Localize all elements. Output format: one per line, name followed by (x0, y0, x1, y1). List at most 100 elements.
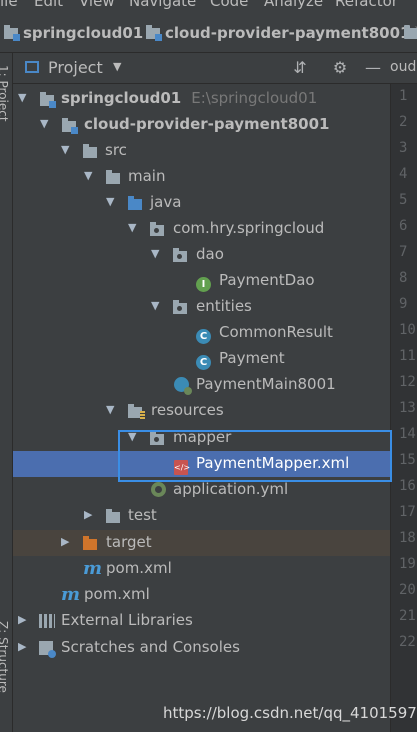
expand-arrow-icon[interactable]: ▼ (106, 403, 114, 416)
expand-arrow-icon[interactable]: ▶ (18, 640, 26, 653)
tree-node-label: springcloud01 (61, 89, 182, 107)
expand-arrow-icon[interactable]: ▼ (151, 247, 159, 260)
tree-node-resources[interactable]: ▼ resources (13, 398, 390, 424)
editor-tab-label: oud (390, 59, 417, 75)
tree-node-label: cloud-provider-payment8001 (84, 115, 330, 133)
tree-node-src[interactable]: ▼ src (13, 138, 390, 164)
expand-arrow-icon[interactable]: ▶ (61, 535, 69, 548)
line-number: 22 (399, 634, 416, 650)
tree-node-label: PaymentDao (219, 271, 315, 289)
project-view-icon (25, 61, 39, 73)
tree-node-label: dao (196, 245, 224, 263)
line-number: 16 (399, 478, 416, 494)
menu-refactor[interactable]: Refactor (335, 0, 398, 10)
gear-icon[interactable]: ⚙ (329, 57, 351, 79)
expand-arrow-icon[interactable]: ▼ (151, 299, 159, 312)
tree-node-test[interactable]: ▶ test (13, 503, 390, 529)
tree-node-external-libraries[interactable]: ▶ External Libraries (13, 608, 390, 634)
class-icon: C (196, 329, 211, 344)
tree-node-label: application.yml (173, 480, 289, 498)
tree-node-paymentmain8001[interactable]: PaymentMain8001 (13, 372, 390, 398)
tree-node-target[interactable]: ▶ target (13, 530, 390, 556)
module-folder-icon (62, 118, 78, 134)
collapse-all-icon[interactable]: ⇵ (289, 57, 311, 79)
module-folder-icon (4, 24, 20, 41)
tree-node-entities[interactable]: ▼ entities (13, 294, 390, 320)
module-folder-icon (146, 24, 162, 41)
expand-arrow-icon[interactable]: ▼ (84, 169, 92, 182)
line-number: 11 (399, 348, 416, 364)
line-number: 12 (399, 374, 416, 390)
watermark: https://blog.csdn.net/qq_41015977 (163, 704, 417, 722)
menu-analyze[interactable]: Analyze (264, 0, 323, 10)
libraries-icon (39, 614, 55, 628)
tree-node-label: pom.xml (106, 559, 172, 577)
line-number: 14 (399, 426, 416, 442)
line-number: 2 (399, 114, 408, 130)
line-number: 8 (399, 270, 408, 286)
tree-node-pom-xml-module[interactable]: m pom.xml (13, 556, 390, 582)
expand-arrow-icon[interactable]: ▼ (128, 221, 136, 234)
tab-structure[interactable]: Z: Structure (0, 621, 10, 693)
menu-bar: ile Edit View Navigate Code Analyze Refa… (0, 0, 417, 12)
tree-node-label: External Libraries (61, 611, 193, 629)
line-number: 18 (399, 530, 416, 546)
tree-node-springcloud01[interactable]: ▼ springcloud01 E:\springcloud01 (13, 86, 390, 112)
folder-icon (106, 170, 120, 184)
project-path: E:\springcloud01 (191, 89, 318, 107)
maven-icon: m (83, 558, 103, 579)
tab-project[interactable]: 1: Project (0, 65, 10, 122)
tree-node-payment[interactable]: C Payment (13, 346, 390, 372)
menu-code[interactable]: Code (210, 0, 248, 10)
editor-tab[interactable]: oud (390, 53, 417, 84)
expand-arrow-icon[interactable]: ▶ (84, 508, 92, 521)
menu-navigate[interactable]: Navigate (129, 0, 196, 10)
breadcrumb: springcloud01 〉 cloud-provider-payment80… (0, 12, 417, 53)
breadcrumb-item-module[interactable]: cloud-provider-payment8001 〉 (146, 22, 417, 44)
tree-node-pom-xml-root[interactable]: m pom.xml (13, 582, 390, 608)
line-number: 10 (399, 322, 416, 338)
tree-node-label: test (128, 506, 157, 524)
expand-arrow-icon[interactable]: ▼ (18, 91, 26, 104)
tree-node-cloud-provider-payment8001[interactable]: ▼ cloud-provider-payment8001 (13, 112, 390, 138)
menu-view[interactable]: View (79, 0, 115, 10)
breadcrumb-item-next[interactable] (404, 22, 417, 44)
line-number: 9 (399, 296, 408, 312)
minimize-icon[interactable]: — (362, 57, 384, 79)
tree-node-label: main (128, 167, 166, 185)
tree-node-label: com.hry.springcloud (173, 219, 325, 237)
source-folder-icon (128, 196, 142, 210)
editor-gutter: 1 2 3 4 5 6 7 8 9 10 11 12 13 14 15 16 1… (390, 84, 417, 732)
module-folder-icon (40, 92, 56, 108)
menu-edit[interactable]: Edit (34, 0, 63, 10)
tree-node-scratches[interactable]: ▶ Scratches and Consoles (13, 635, 390, 661)
line-number: 6 (399, 218, 408, 234)
panel-title: Project (48, 58, 103, 77)
folder-icon (83, 144, 97, 158)
tree-node-label: CommonResult (219, 323, 333, 341)
tree-node-paymentdao[interactable]: I PaymentDao (13, 268, 390, 294)
tree-node-label: java (150, 193, 182, 211)
tree-node-label: pom.xml (84, 585, 150, 603)
project-panel-header: Project ▼ ⇵ ⚙ — (13, 53, 390, 84)
excluded-folder-icon (83, 536, 97, 550)
tree-node-java[interactable]: ▼ java (13, 190, 390, 216)
tree-node-com-hry-springcloud[interactable]: ▼ com.hry.springcloud (13, 216, 390, 242)
tree-node-label: resources (151, 401, 224, 419)
expand-arrow-icon[interactable]: ▼ (106, 195, 114, 208)
tree-node-dao[interactable]: ▼ dao (13, 242, 390, 268)
expand-arrow-icon[interactable]: ▼ (40, 117, 48, 130)
class-icon: C (196, 355, 211, 370)
spring-boot-class-icon (174, 377, 192, 395)
chevron-down-icon[interactable]: ▼ (113, 60, 121, 73)
folder-icon (404, 24, 417, 39)
tree-node-main[interactable]: ▼ main (13, 164, 390, 190)
expand-arrow-icon[interactable]: ▶ (18, 613, 26, 626)
line-number: 15 (399, 452, 416, 468)
menu-file[interactable]: ile (0, 0, 18, 10)
breadcrumb-item-root[interactable]: springcloud01 〉 (4, 22, 165, 44)
tree-node-commonresult[interactable]: C CommonResult (13, 320, 390, 346)
resources-folder-icon (128, 404, 145, 419)
line-number: 19 (399, 556, 416, 572)
expand-arrow-icon[interactable]: ▼ (61, 143, 69, 156)
